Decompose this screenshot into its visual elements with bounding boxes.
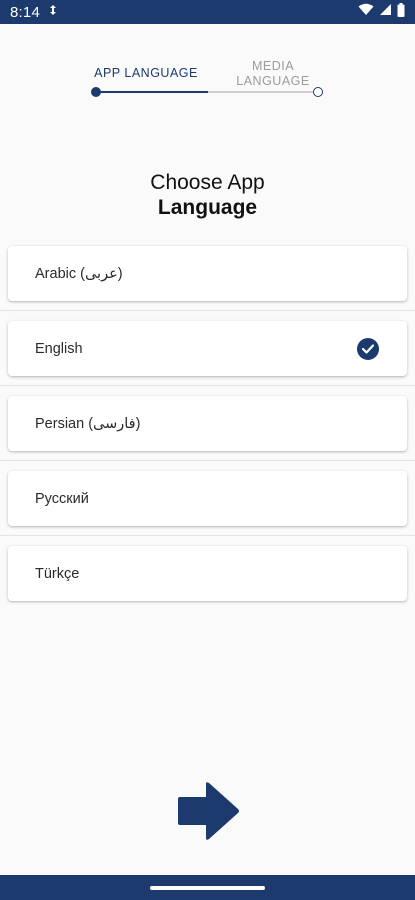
signal-icon xyxy=(379,3,392,21)
next-button[interactable] xyxy=(176,780,240,842)
home-gesture-handle[interactable] xyxy=(150,886,265,890)
page-title-line1: Choose App xyxy=(150,171,265,194)
stepper-progress-remaining xyxy=(208,91,318,93)
language-label: Arabic (عربى) xyxy=(35,265,123,282)
language-option-turkish[interactable]: Türkçe xyxy=(8,546,407,601)
page-title: Choose App Language xyxy=(0,170,415,220)
language-stepper: APP LANGUAGE MEDIA LANGUAGE xyxy=(0,56,415,106)
language-option-russian[interactable]: Русский xyxy=(8,471,407,526)
list-item: Русский xyxy=(0,461,415,536)
wifi-icon xyxy=(358,3,374,21)
step-media-language[interactable]: MEDIA LANGUAGE xyxy=(232,59,314,89)
language-label: Русский xyxy=(35,490,89,507)
stepper-progress-done xyxy=(96,91,208,93)
language-label: Türkçe xyxy=(35,565,80,582)
status-bar: 8:14 xyxy=(0,0,415,24)
arrow-right-icon xyxy=(178,782,239,840)
language-option-persian[interactable]: Persian (فارسی) xyxy=(8,396,407,451)
list-item: Arabic (عربى) xyxy=(0,236,415,311)
list-item: Persian (فارسی) xyxy=(0,386,415,461)
step-app-language[interactable]: APP LANGUAGE xyxy=(84,66,208,81)
page-title-line2: Language xyxy=(157,196,258,219)
list-item: Türkçe xyxy=(0,536,415,611)
list-item: English xyxy=(0,311,415,386)
language-option-arabic[interactable]: Arabic (عربى) xyxy=(8,246,407,301)
language-label: English xyxy=(35,340,83,357)
battery-icon xyxy=(397,2,405,22)
language-option-english[interactable]: English xyxy=(8,321,407,376)
language-label: Persian (فارسی) xyxy=(35,415,141,432)
status-time: 8:14 xyxy=(10,3,40,21)
data-saver-icon xyxy=(48,3,58,21)
check-circle-icon xyxy=(357,337,379,360)
step-dot-inactive xyxy=(313,87,323,97)
language-list: Arabic (عربى) English Persian (فارسی) Ру… xyxy=(0,236,415,611)
navigation-bar xyxy=(0,875,415,900)
step-dot-active xyxy=(91,87,101,97)
